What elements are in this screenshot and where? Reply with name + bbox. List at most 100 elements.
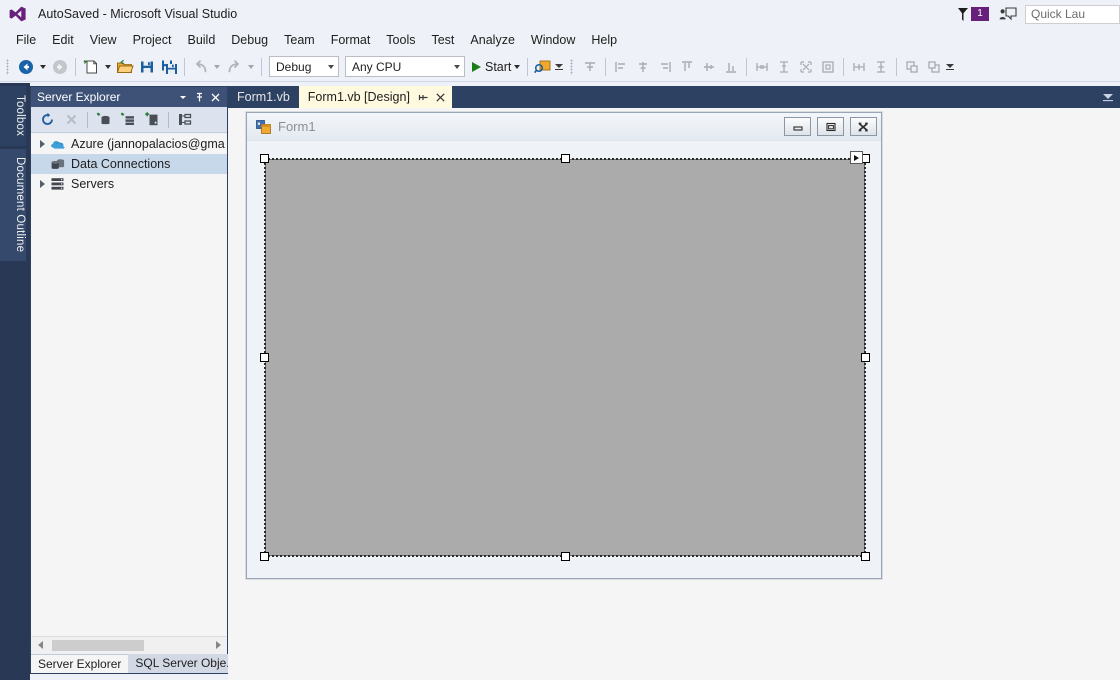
menu-item-format[interactable]: Format (323, 30, 379, 50)
size-to-grid-button[interactable] (817, 56, 839, 78)
redo-button[interactable] (223, 56, 245, 78)
menu-item-analyze[interactable]: Analyze (462, 30, 522, 50)
horizontal-spacing-icon (853, 62, 866, 71)
align-lefts-button[interactable] (610, 56, 632, 78)
windows-form-icon (256, 119, 271, 134)
start-debug-button[interactable]: Start (468, 56, 523, 78)
menu-item-window[interactable]: Window (523, 30, 583, 50)
menu-item-file[interactable]: File (8, 30, 44, 50)
form-designer-surface[interactable]: Form1 (228, 108, 1120, 680)
save-button[interactable] (136, 56, 158, 78)
tree-item-servers[interactable]: Servers (31, 174, 227, 194)
resize-handle-top-left[interactable] (260, 154, 269, 163)
tab-form1-vb[interactable]: Form1.vb (228, 86, 299, 108)
make-same-size-button[interactable] (795, 56, 817, 78)
stop-button[interactable] (59, 109, 83, 131)
resize-handle-bottom-left[interactable] (260, 552, 269, 561)
tree-item-azure[interactable]: Azure (jannopalacios@gma (31, 134, 227, 154)
menu-item-test[interactable]: Test (423, 30, 462, 50)
navigate-back-dropdown-icon[interactable] (40, 64, 46, 69)
expand-arrow-icon[interactable] (35, 174, 49, 194)
resize-handle-middle-right[interactable] (861, 353, 870, 362)
align-middles-button[interactable] (698, 56, 720, 78)
add-server-button[interactable] (140, 109, 164, 131)
sidebar-item-toolbox[interactable]: Toolbox (0, 86, 26, 146)
resize-handle-bottom-center[interactable] (561, 552, 570, 561)
scrollbar-thumb[interactable] (52, 639, 144, 651)
menu-item-team[interactable]: Team (276, 30, 323, 50)
menu-item-help[interactable]: Help (583, 30, 625, 50)
expand-arrow-icon[interactable] (35, 134, 49, 154)
navigate-back-button[interactable] (15, 56, 37, 78)
refresh-button[interactable] (35, 109, 59, 131)
panel-pin-button[interactable] (191, 89, 207, 105)
undo-dropdown-icon[interactable] (214, 64, 220, 69)
open-file-icon (116, 59, 134, 73)
align-to-grid-button[interactable] (579, 56, 601, 78)
form-client-area-wrapper[interactable] (260, 151, 870, 561)
form-client-area[interactable] (265, 159, 865, 556)
menu-item-project[interactable]: Project (125, 30, 180, 50)
layout-toolbar-overflow-button[interactable] (945, 56, 955, 78)
tree-item-data-connections[interactable]: Data Connections (31, 154, 227, 174)
align-bottoms-button[interactable] (720, 56, 742, 78)
form-maximize-button[interactable] (817, 117, 844, 136)
toolbar-grip[interactable] (4, 58, 12, 76)
menu-item-build[interactable]: Build (179, 30, 223, 50)
find-in-files-button[interactable] (532, 56, 554, 78)
panel-dropdown-button[interactable] (175, 89, 191, 105)
menu-item-tools[interactable]: Tools (378, 30, 423, 50)
undo-button[interactable] (189, 56, 211, 78)
redo-dropdown-icon[interactable] (248, 64, 254, 69)
connect-to-server-button[interactable] (116, 109, 140, 131)
tab-form1-vb-design[interactable]: Form1.vb [Design] (298, 86, 452, 108)
pin-icon[interactable] (417, 90, 431, 104)
resize-handle-bottom-right[interactable] (861, 552, 870, 561)
form-designer-window[interactable]: Form1 (246, 112, 882, 579)
solution-platform-combo[interactable]: Any CPU (345, 56, 465, 77)
toolbar-overflow-button[interactable] (554, 56, 564, 78)
tab-server-explorer[interactable]: Server Explorer (31, 654, 129, 673)
align-tops-button[interactable] (676, 56, 698, 78)
menu-item-debug[interactable]: Debug (223, 30, 276, 50)
quick-launch-input[interactable]: Quick Lau (1025, 4, 1120, 24)
form-minimize-button[interactable] (784, 117, 811, 136)
bring-to-front-button[interactable] (901, 56, 923, 78)
close-icon[interactable] (433, 90, 448, 105)
form-close-button[interactable] (850, 117, 877, 136)
tab-sql-server-object-explorer[interactable]: SQL Server Obje... (128, 654, 244, 673)
navigate-forward-button[interactable] (49, 56, 71, 78)
new-project-dropdown-icon[interactable] (105, 64, 111, 69)
resize-handle-middle-left[interactable] (260, 353, 269, 362)
solution-configuration-combo[interactable]: Debug (269, 56, 339, 77)
make-same-size-icon (800, 60, 813, 73)
connect-to-database-button[interactable] (92, 109, 116, 131)
menu-item-view[interactable]: View (82, 30, 125, 50)
send-feedback-icon[interactable] (999, 6, 1017, 22)
tab-overflow-button[interactable] (1096, 86, 1120, 108)
open-file-button[interactable] (114, 56, 136, 78)
save-all-button[interactable] (158, 56, 180, 78)
align-rights-button[interactable] (654, 56, 676, 78)
sidebar-item-document-outline[interactable]: Document Outline (0, 149, 26, 261)
scroll-left-button[interactable] (32, 637, 48, 653)
layout-toolbar-grip[interactable] (568, 58, 576, 76)
server-explorer-horizontal-scrollbar[interactable] (32, 636, 226, 653)
object-relationship-button[interactable] (173, 109, 197, 131)
scroll-right-button[interactable] (210, 637, 226, 653)
new-project-button[interactable] (80, 56, 102, 78)
horizontal-spacing-button[interactable] (848, 56, 870, 78)
notifications-button[interactable]: 1 (956, 7, 989, 22)
panel-close-button[interactable] (207, 89, 223, 105)
tab-label: Form1.vb [Design] (307, 90, 410, 104)
vertical-spacing-button[interactable] (870, 56, 892, 78)
make-same-width-button[interactable] (751, 56, 773, 78)
solution-configuration-value: Debug (276, 59, 312, 74)
smart-tag-button[interactable] (850, 151, 863, 164)
menu-item-edit[interactable]: Edit (44, 30, 82, 50)
align-centers-button[interactable] (632, 56, 654, 78)
send-to-back-button[interactable] (923, 56, 945, 78)
resize-handle-top-center[interactable] (561, 154, 570, 163)
make-same-height-button[interactable] (773, 56, 795, 78)
toolbar-separator (261, 57, 262, 76)
